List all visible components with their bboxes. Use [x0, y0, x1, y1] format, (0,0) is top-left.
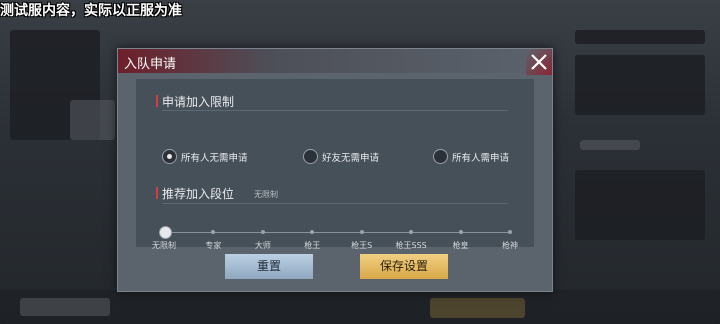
rank-slider-label: 枪王SSS [395, 241, 427, 250]
rank-slider-label: 大师 [254, 241, 271, 250]
heading-accent-bar [156, 95, 158, 107]
radio-unselected-icon [303, 149, 318, 164]
recommended-rank-heading: 推荐加入段位 [156, 185, 234, 202]
divider [162, 110, 508, 111]
rank-slider-tick[interactable] [310, 230, 315, 234]
team-join-request-dialog: 入队申请 申请加入限制 所有人无需申请 好友无需申请 所有人需申请 推荐加入段位 [117, 48, 553, 292]
radio-anyone-requires-request[interactable]: 所有人需申请 [433, 149, 509, 164]
rank-slider-label: 无限制 [152, 241, 176, 250]
rank-slider-label: 专家 [205, 241, 222, 250]
dialog-header [118, 49, 552, 73]
radio-friends-no-request[interactable]: 好友无需申请 [303, 149, 379, 164]
radio-selected-icon [162, 149, 177, 164]
dialog-title: 入队申请 [124, 57, 177, 72]
save-settings-button[interactable]: 保存设置 [360, 254, 448, 279]
join-restriction-heading: 申请加入限制 [156, 93, 234, 110]
test-server-watermark: 测试服内容，实际以正服为准 [0, 3, 182, 19]
heading-accent-bar [156, 187, 158, 199]
rank-slider-tick[interactable] [508, 230, 512, 234]
radio-anyone-no-request[interactable]: 所有人无需申请 [162, 149, 248, 164]
close-icon [531, 54, 547, 70]
rank-slider-label: 枪王S [351, 241, 373, 250]
current-rank-value: 无限制 [254, 190, 278, 199]
rank-slider-thumb[interactable] [159, 226, 172, 239]
rank-slider-label: 枪神 [502, 241, 518, 250]
radio-unselected-icon [433, 149, 448, 164]
rank-slider-tick[interactable] [458, 230, 463, 234]
rank-slider-label: 枪皇 [452, 241, 469, 250]
reset-button[interactable]: 重置 [225, 254, 313, 279]
rank-slider-tick[interactable] [260, 230, 265, 234]
settings-panel: 申请加入限制 所有人无需申请 好友无需申请 所有人需申请 推荐加入段位 无限制 … [136, 79, 534, 250]
rank-slider-tick[interactable] [359, 230, 364, 234]
rank-slider-tick[interactable] [409, 230, 414, 234]
rank-slider-label: 枪王 [304, 241, 321, 250]
rank-slider-tick[interactable] [211, 230, 216, 234]
divider [162, 203, 508, 204]
close-button[interactable] [526, 49, 552, 75]
